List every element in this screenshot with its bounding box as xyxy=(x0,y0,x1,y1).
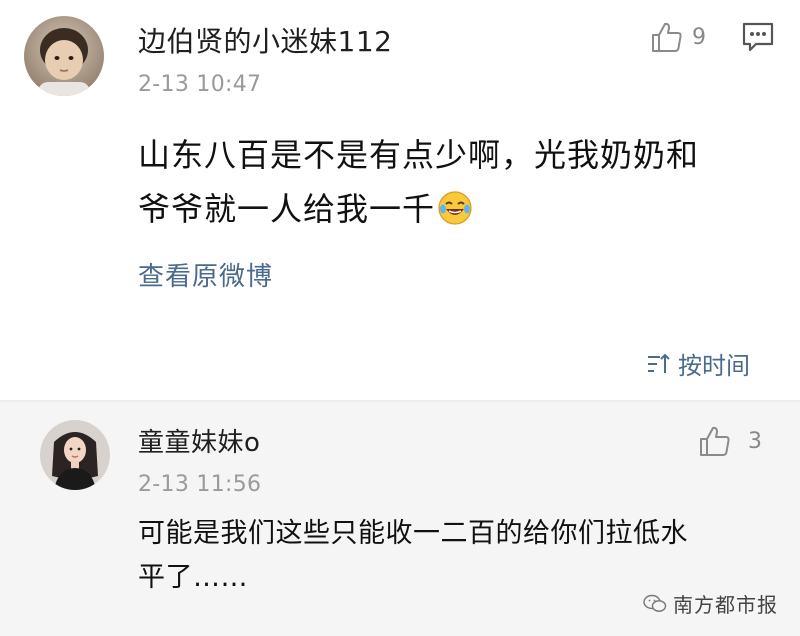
like-button[interactable]: 9 xyxy=(650,20,706,54)
avatar[interactable] xyxy=(24,16,104,96)
reply-text: 可能是我们这些只能收一二百的给你们拉低水 平了…… xyxy=(138,512,688,600)
timestamp: 2-13 10:47 xyxy=(138,72,262,97)
like-count: 3 xyxy=(748,428,762,454)
comment-text-line: 爷爷就一人给我一千 xyxy=(138,182,699,236)
sort-by-time-toggle[interactable]: 按时间 xyxy=(646,346,750,381)
comment-text: 山东八百是不是有点少啊，光我奶奶和 爷爷就一人给我一千 xyxy=(138,128,699,236)
thumbs-up-icon xyxy=(652,22,682,52)
thumbs-up-icon xyxy=(700,426,730,456)
username[interactable]: 边伯贤的小迷妹112 xyxy=(138,20,392,60)
main-comment: 边伯贤的小迷妹112 2-13 10:47 9 山东八百是不是有点少啊，光我奶奶… xyxy=(0,0,800,400)
like-count: 9 xyxy=(692,24,706,50)
like-button[interactable]: 3 xyxy=(698,424,762,458)
avatar[interactable] xyxy=(40,420,110,490)
watermark-label: 南方都市报 xyxy=(673,593,778,617)
comment-icon[interactable] xyxy=(742,22,774,56)
laughing-tears-emoji-icon xyxy=(437,188,473,225)
comment-text-line: 山东八百是不是有点少啊，光我奶奶和 xyxy=(138,136,700,174)
comment-text-line2: 爷爷就一人给我一千 xyxy=(138,190,436,228)
view-original-weibo-link[interactable]: 查看原微博 xyxy=(138,256,273,293)
timestamp: 2-13 11:56 xyxy=(138,472,262,497)
reply-text-line: 可能是我们这些只能收一二百的给你们拉低水 xyxy=(138,518,688,549)
wechat-logo-icon xyxy=(643,594,667,612)
username[interactable]: 童童妹妹o xyxy=(138,422,260,459)
watermark: 南方都市报 xyxy=(643,589,778,618)
sort-label: 按时间 xyxy=(678,352,750,380)
reply-text-line: 平了…… xyxy=(138,562,248,593)
reply-comment: 童童妹妹o 2-13 11:56 3 可能是我们这些只能收一二百的给你们拉低水 … xyxy=(0,402,800,636)
sort-icon xyxy=(648,353,670,373)
